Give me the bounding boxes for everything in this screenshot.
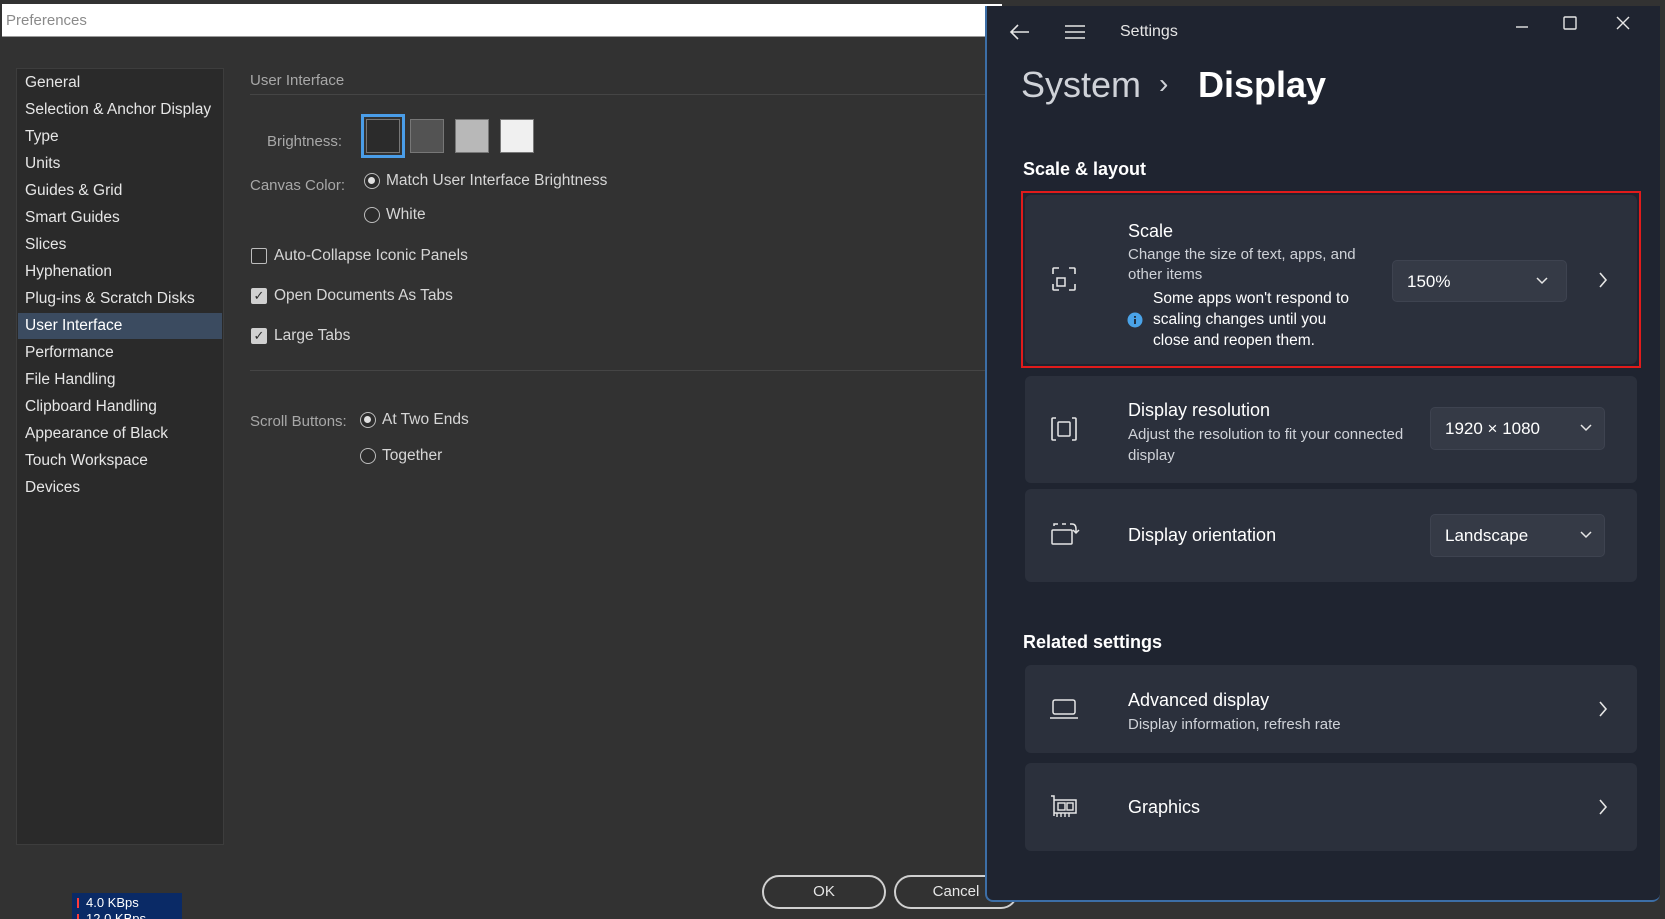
preferences-sidebar: General Selection & Anchor Display Type … (16, 68, 224, 845)
scroll-radio-two-ends[interactable] (360, 412, 376, 428)
graphics-title: Graphics (1128, 797, 1201, 817)
chevron-down-icon (1580, 424, 1592, 432)
sidebar-item-units[interactable]: Units (18, 151, 222, 177)
preferences-title: Preferences (6, 12, 87, 29)
brightness-swatch-medium-dark[interactable] (410, 119, 444, 153)
brightness-swatch-dark[interactable] (361, 114, 405, 158)
brightness-label: Brightness: (267, 133, 343, 150)
resolution-title: Display resolution (1128, 400, 1271, 420)
advanced-display-title: Advanced display (1128, 690, 1270, 710)
close-icon[interactable] (1615, 15, 1631, 31)
sidebar-item-slices[interactable]: Slices (18, 232, 222, 258)
sidebar-item-guides-grid[interactable]: Guides & Grid (18, 178, 222, 204)
display-resolution-card[interactable]: Display resolution Adjust the resolution… (1025, 376, 1637, 483)
checkbox-label-auto-collapse: Auto-Collapse Iconic Panels (274, 247, 468, 264)
canvas-radio-match[interactable] (364, 173, 380, 189)
graphics-card[interactable]: Graphics (1025, 763, 1637, 851)
canvas-color-label: Canvas Color: (250, 177, 346, 194)
settings-window: Settings System › Display Scale & layout… (985, 6, 1660, 902)
chevron-right-icon[interactable] (1597, 700, 1609, 718)
sidebar-item-appearance-black[interactable]: Appearance of Black (18, 421, 222, 447)
resolution-icon (1051, 417, 1077, 441)
network-meter: 4.0 KBps 12.0 KBps (72, 893, 182, 919)
sidebar-item-general[interactable]: General (18, 70, 222, 96)
resolution-desc-line2: display (1128, 447, 1175, 464)
sidebar-item-devices[interactable]: Devices (18, 475, 222, 501)
checkbox-label-large-tabs: Large Tabs (274, 327, 351, 344)
canvas-option-white: White (386, 206, 426, 223)
advanced-display-desc: Display information, refresh rate (1128, 716, 1341, 733)
maximize-icon[interactable] (1562, 15, 1578, 31)
sidebar-item-hyphenation[interactable]: Hyphenation (18, 259, 222, 285)
sidebar-item-plugins[interactable]: Plug-ins & Scratch Disks (18, 286, 222, 312)
checkbox-open-docs-tabs[interactable]: ✓ (251, 288, 267, 304)
resolution-dropdown-value: 1920 × 1080 (1445, 419, 1541, 438)
ok-button[interactable]: OK (762, 875, 886, 909)
sidebar-item-performance[interactable]: Performance (18, 340, 222, 366)
scroll-radio-together[interactable] (360, 448, 376, 464)
section-title: User Interface (250, 72, 345, 89)
menu-icon[interactable] (1064, 23, 1086, 41)
gpu-icon (1051, 795, 1077, 817)
canvas-option-match: Match User Interface Brightness (386, 172, 608, 189)
network-upload-rate: 4.0 KBps (86, 895, 139, 910)
brightness-swatch-light[interactable] (500, 119, 534, 153)
network-download-rate: 12.0 KBps (86, 911, 146, 919)
sidebar-item-touch-workspace[interactable]: Touch Workspace (18, 448, 222, 474)
sidebar-item-file-handling[interactable]: File Handling (18, 367, 222, 393)
breadcrumb-system[interactable]: System (1021, 64, 1141, 106)
scroll-option-together: Together (382, 447, 443, 464)
scroll-option-two-ends: At Two Ends (382, 411, 469, 428)
orientation-dropdown-value: Landscape (1445, 526, 1529, 545)
sidebar-item-clipboard[interactable]: Clipboard Handling (18, 394, 222, 420)
orientation-dropdown[interactable]: Landscape (1430, 514, 1605, 557)
checkbox-auto-collapse[interactable] (251, 248, 267, 264)
advanced-display-card[interactable]: Advanced display Display information, re… (1025, 665, 1637, 753)
chevron-right-icon[interactable] (1597, 798, 1609, 816)
sidebar-item-selection-anchor[interactable]: Selection & Anchor Display (18, 97, 222, 123)
sidebar-item-user-interface[interactable]: User Interface (18, 313, 222, 339)
display-orientation-card[interactable]: Display orientation Landscape (1025, 489, 1637, 582)
page-title-display: Display (1198, 64, 1327, 105)
settings-app-title: Settings (1120, 23, 1178, 40)
canvas-radio-white[interactable] (364, 207, 380, 223)
orientation-icon (1051, 523, 1080, 545)
scale-layout-header: Scale & layout (1023, 159, 1147, 179)
checkbox-label-open-docs-tabs: Open Documents As Tabs (274, 287, 453, 304)
section-divider (250, 94, 990, 95)
upload-indicator-icon (77, 898, 79, 908)
resolution-dropdown[interactable]: 1920 × 1080 (1430, 407, 1605, 450)
checkbox-large-tabs[interactable]: ✓ (251, 328, 267, 344)
monitor-icon (1050, 699, 1078, 719)
minimize-icon[interactable] (1514, 20, 1530, 34)
sidebar-item-smart-guides[interactable]: Smart Guides (18, 205, 222, 231)
back-arrow-icon[interactable] (1009, 22, 1031, 42)
breadcrumb-separator: › (1159, 68, 1169, 99)
section-divider-2 (250, 370, 990, 371)
scale-highlight-box (1021, 191, 1641, 368)
scroll-buttons-label: Scroll Buttons: (250, 413, 347, 430)
download-indicator-icon (77, 914, 79, 919)
resolution-desc-line1: Adjust the resolution to fit your connec… (1128, 426, 1404, 443)
chevron-down-icon (1580, 531, 1592, 539)
related-settings-header: Related settings (1023, 632, 1163, 652)
sidebar-item-type[interactable]: Type (18, 124, 222, 150)
brightness-swatch-medium-light[interactable] (455, 119, 489, 153)
orientation-title: Display orientation (1128, 525, 1277, 545)
preferences-titlebar: Preferences (2, 4, 1002, 37)
